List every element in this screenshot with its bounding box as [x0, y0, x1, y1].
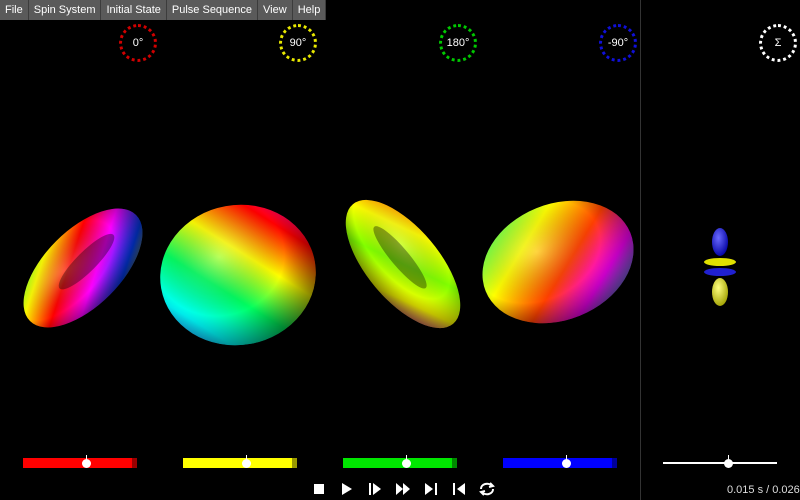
tensor-visualization[interactable]: [0, 0, 800, 500]
menu-file[interactable]: File: [0, 0, 29, 20]
loop-icon[interactable]: [478, 480, 496, 498]
tensor-shape-minus-90: [482, 200, 634, 324]
slider-track: [343, 458, 457, 468]
tensor-shape-sum: [704, 228, 736, 306]
skip-end-icon[interactable]: [422, 480, 440, 498]
slider-knob[interactable]: [723, 459, 733, 468]
time-readout: 0.015 s / 0.026 s: [727, 484, 800, 496]
phase-slider-minus-90[interactable]: [503, 455, 617, 471]
tensor-shape-90: [160, 204, 316, 346]
slider-track: [183, 458, 297, 468]
menu-pulse-sequence[interactable]: Pulse Sequence: [166, 0, 259, 20]
tensor-shape-0: [23, 208, 143, 328]
skip-start-icon[interactable]: [450, 480, 468, 498]
tensor-shape-180: [345, 199, 461, 329]
slider-track: [23, 458, 137, 468]
menu-spin-system[interactable]: Spin System: [28, 0, 102, 20]
menu-bar: File Spin System Initial State Pulse Seq…: [0, 0, 327, 20]
slider-knob[interactable]: [561, 459, 571, 468]
phase-slider-90[interactable]: [183, 455, 297, 471]
phase-slider-180[interactable]: [343, 455, 457, 471]
menu-help[interactable]: Help: [292, 0, 327, 20]
slider-knob[interactable]: [81, 459, 91, 468]
slider-track-end: [132, 458, 137, 468]
slider-knob[interactable]: [401, 459, 411, 468]
phase-slider-0[interactable]: [23, 455, 137, 471]
playback-controls: [310, 480, 496, 498]
slider-knob[interactable]: [241, 459, 251, 468]
slider-track-end: [612, 458, 617, 468]
menu-initial-state[interactable]: Initial State: [101, 0, 167, 20]
slider-track: [503, 458, 617, 468]
slider-track-end: [292, 458, 297, 468]
stop-icon[interactable]: [310, 480, 328, 498]
slider-track-end: [452, 458, 457, 468]
step-forward-icon[interactable]: [366, 480, 384, 498]
slider-line: [663, 462, 777, 464]
play-icon[interactable]: [338, 480, 356, 498]
fast-forward-icon[interactable]: [394, 480, 412, 498]
menu-view[interactable]: View: [258, 0, 293, 20]
sum-slider[interactable]: [663, 455, 777, 471]
